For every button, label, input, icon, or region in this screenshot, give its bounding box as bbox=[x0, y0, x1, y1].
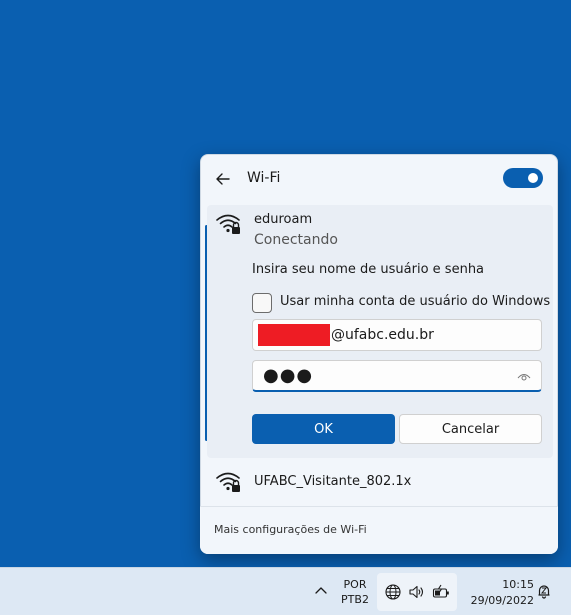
username-field[interactable]: @ufabc.edu.br bbox=[252, 319, 542, 351]
wifi-locked-icon bbox=[216, 472, 240, 492]
lang-code: POR bbox=[343, 578, 367, 591]
taskbar: POR PTB2 10:15 29/09/2022 bbox=[0, 567, 571, 615]
chevron-up-icon[interactable] bbox=[314, 584, 328, 598]
cancel-button[interactable]: Cancelar bbox=[399, 414, 542, 444]
flyout-title: Wi-Fi bbox=[247, 170, 281, 186]
network-name[interactable]: eduroam bbox=[254, 212, 312, 227]
use-windows-account-label[interactable]: Usar minha conta de usuário do Windows bbox=[280, 294, 550, 309]
network-name[interactable]: UFABC_Visitante_802.1x bbox=[254, 474, 411, 489]
quick-settings-tray[interactable] bbox=[377, 573, 457, 611]
wifi-locked-icon bbox=[216, 214, 240, 234]
volume-icon bbox=[409, 585, 424, 599]
globe-icon bbox=[385, 584, 401, 600]
flyout-header: Wi-Fi bbox=[201, 155, 557, 203]
username-suffix: @ufabc.edu.br bbox=[331, 327, 434, 343]
reveal-password-icon[interactable] bbox=[517, 371, 531, 383]
keyboard-layout: PTB2 bbox=[341, 593, 369, 606]
back-arrow-icon[interactable] bbox=[213, 169, 233, 189]
use-windows-account-checkbox[interactable] bbox=[252, 293, 272, 313]
clock-date: 29/09/2022 bbox=[470, 594, 534, 607]
credentials-prompt: Insira seu nome de usuário e senha bbox=[252, 262, 485, 277]
password-dots: ●●● bbox=[263, 365, 314, 386]
more-wifi-settings-link[interactable]: Mais configurações de Wi-Fi bbox=[214, 523, 367, 536]
input-language[interactable]: POR PTB2 bbox=[338, 577, 372, 607]
toggle-knob bbox=[528, 173, 538, 183]
wifi-toggle[interactable] bbox=[503, 168, 543, 188]
clock[interactable]: 10:15 29/09/2022 bbox=[462, 577, 534, 609]
battery-charging-icon bbox=[432, 584, 449, 598]
password-field[interactable]: ●●● bbox=[252, 360, 542, 392]
network-status: Conectando bbox=[254, 232, 338, 248]
notification-bell-icon[interactable] bbox=[536, 583, 552, 599]
clock-time: 10:15 bbox=[502, 578, 534, 591]
redacted-username bbox=[258, 324, 330, 346]
ok-button[interactable]: OK bbox=[252, 414, 395, 444]
flyout-footer: Mais configurações de Wi-Fi bbox=[200, 506, 558, 554]
